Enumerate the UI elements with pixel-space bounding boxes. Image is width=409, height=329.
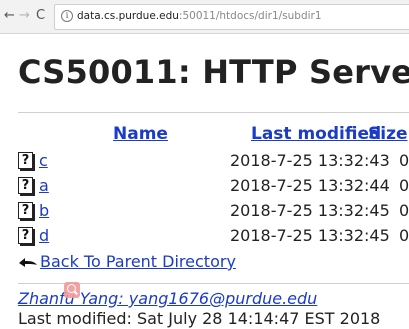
file-size: 0	[399, 201, 409, 220]
unknown-file-icon: ?	[18, 177, 33, 194]
column-header-last-modified[interactable]: Last modified	[251, 124, 381, 144]
back-arrow-icon	[19, 258, 37, 267]
parent-directory-link[interactable]: Back To Parent Directory	[40, 252, 236, 271]
site-info-icon[interactable]: i	[61, 10, 73, 22]
url-path: :50011/htdocs/dir1/subdir1	[178, 10, 322, 22]
file-row: ? b 2018-7-25 13:32:45 0	[0, 201, 409, 223]
url-text[interactable]: data.cs.purdue.edu:50011/htdocs/dir1/sub…	[77, 10, 322, 22]
file-link[interactable]: c	[39, 151, 48, 170]
column-header-name[interactable]: Name	[113, 124, 168, 144]
last-modified-text: Last modified: Sat July 28 14:14:47 EST …	[18, 309, 381, 328]
author-email-link[interactable]: Zhanfu Yang: yang1676@purdue.edu	[18, 289, 317, 308]
file-modified: 2018-7-25 13:32:45	[230, 226, 390, 245]
file-modified: 2018-7-25 13:32:44	[230, 176, 390, 195]
file-modified: 2018-7-25 13:32:43	[230, 151, 390, 170]
file-modified: 2018-7-25 13:32:45	[230, 201, 390, 220]
browser-toolbar: ← → C i data.cs.purdue.edu:50011/htdocs/…	[0, 0, 409, 34]
back-arrow-icon[interactable]: ←	[4, 9, 15, 22]
url-host: data.cs.purdue.edu	[77, 10, 179, 22]
file-row: ? d 2018-7-25 13:32:45 0	[0, 226, 409, 248]
reload-icon[interactable]: C	[36, 9, 45, 22]
forward-arrow-icon[interactable]: →	[19, 9, 30, 22]
unknown-file-icon: ?	[18, 152, 33, 169]
file-size: 0	[399, 176, 409, 195]
page-title: CS50011: HTTP Server	[18, 53, 409, 91]
address-bar[interactable]: i data.cs.purdue.edu:50011/htdocs/dir1/s…	[54, 4, 409, 30]
file-link[interactable]: a	[39, 176, 49, 195]
column-header-size[interactable]: Size	[368, 124, 408, 144]
file-size: 0	[399, 151, 409, 170]
file-row: ? a 2018-7-25 13:32:44 0	[0, 176, 409, 198]
file-link[interactable]: d	[39, 226, 49, 245]
search-overlay-icon[interactable]	[64, 282, 80, 298]
parent-directory-row: Back To Parent Directory	[0, 252, 409, 274]
unknown-file-icon: ?	[18, 227, 33, 244]
unknown-file-icon: ?	[18, 202, 33, 219]
file-size: 0	[399, 226, 409, 245]
file-row: ? c 2018-7-25 13:32:43 0	[0, 151, 409, 173]
file-link[interactable]: b	[39, 201, 49, 220]
divider	[18, 112, 409, 113]
